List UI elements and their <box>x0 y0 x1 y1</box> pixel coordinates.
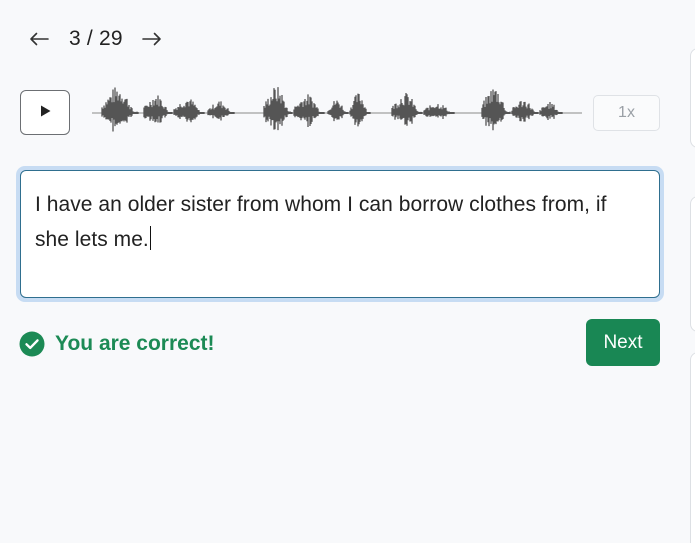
waveform-bars <box>101 87 563 132</box>
pager: 3 / 29 <box>28 24 163 54</box>
text-cursor <box>149 226 151 250</box>
answer-text: I have an older sister from whom I can b… <box>35 193 607 251</box>
answer-textarea[interactable]: I have an older sister from whom I can b… <box>20 170 660 298</box>
side-panel-card <box>690 352 695 543</box>
feedback-text: You are correct! <box>55 332 215 355</box>
dictation-exercise: 3 / 29 1x I have an older sister from wh… <box>0 0 695 543</box>
feedback-message: You are correct! <box>19 331 215 357</box>
check-circle-icon <box>19 331 45 357</box>
next-button[interactable]: Next <box>586 319 660 366</box>
audio-waveform[interactable] <box>92 74 582 136</box>
side-panel-card <box>690 196 695 332</box>
arrow-left-icon[interactable] <box>28 24 50 54</box>
play-button[interactable] <box>20 90 70 135</box>
play-icon <box>40 104 51 122</box>
answer-field-focus-ring: I have an older sister from whom I can b… <box>16 166 664 302</box>
side-panel-card <box>690 48 695 148</box>
playback-speed-button[interactable]: 1x <box>593 95 660 131</box>
page-counter: 3 / 29 <box>69 27 123 50</box>
arrow-right-icon[interactable] <box>141 24 163 54</box>
